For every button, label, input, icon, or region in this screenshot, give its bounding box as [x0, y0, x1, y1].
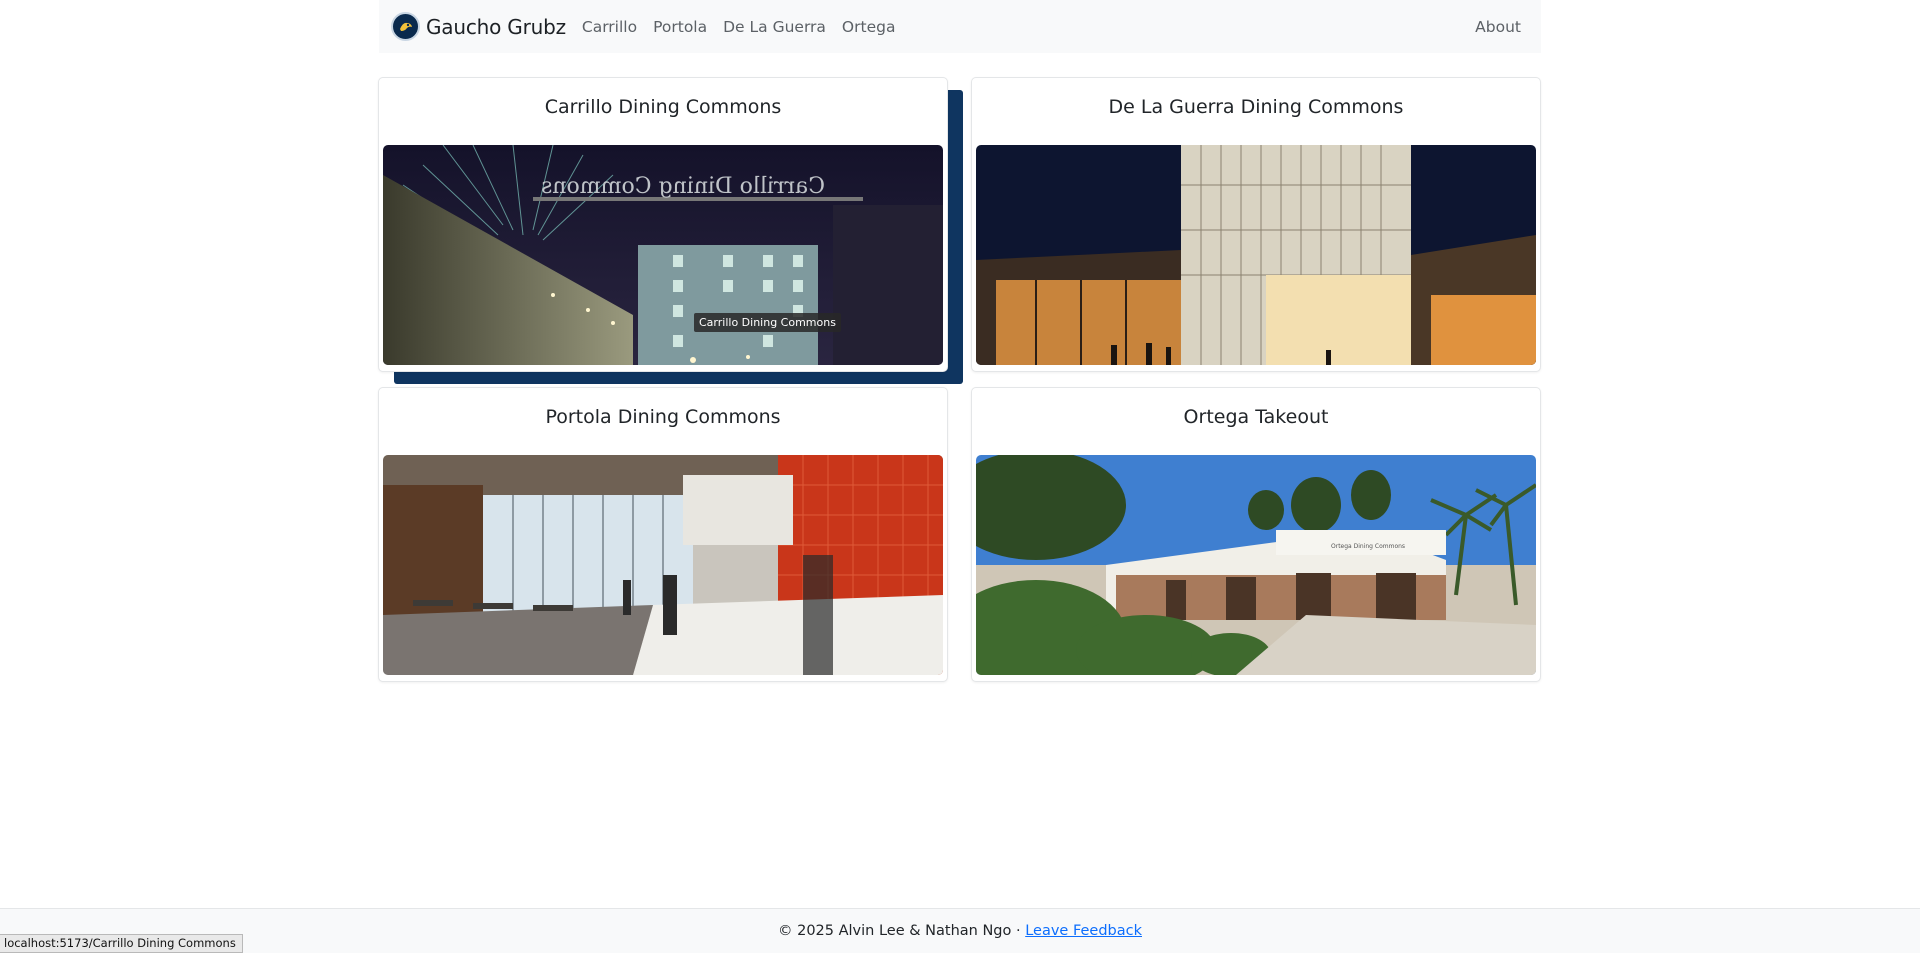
card-de-la-guerra[interactable]: De La Guerra Dining Commons [971, 77, 1541, 372]
image-tooltip: Carrillo Dining Commons [694, 313, 841, 332]
nav-link-ortega[interactable]: Ortega [842, 18, 896, 36]
nav-link-carrillo[interactable]: Carrillo [582, 18, 637, 36]
svg-text:Ortega Dining Commons: Ortega Dining Commons [1331, 543, 1405, 550]
navbar: Gaucho Grubz Carrillo Portola De La Guer… [379, 0, 1541, 53]
card-image-carrillo[interactable]: Carrillo Dining Commons [383, 145, 943, 365]
carrillo-sign-text: Carrillo Dining Commons [541, 174, 825, 199]
card-title: Portola Dining Commons [545, 406, 781, 428]
card-image-de-la-guerra[interactable] [976, 145, 1536, 365]
nav-right: About [1475, 17, 1521, 36]
card-ortega[interactable]: Ortega Takeout Ortega Dining Commons [971, 387, 1541, 682]
card-portola[interactable]: Portola Dining Commons [378, 387, 948, 682]
card-title: Carrillo Dining Commons [544, 96, 782, 118]
brand-name: Gaucho Grubz [426, 14, 566, 39]
browser-status-bar: localhost:5173/Carrillo Dining Commons [0, 934, 243, 953]
nav-link-about[interactable]: About [1475, 18, 1521, 36]
brand-link[interactable]: Gaucho Grubz [391, 12, 566, 41]
card-title: Ortega Takeout [1183, 406, 1329, 428]
nav-link-de-la-guerra[interactable]: De La Guerra [723, 18, 826, 36]
card-carrillo[interactable]: Carrillo Dining Commons Carrillo Dining … [378, 77, 948, 372]
nav-link-portola[interactable]: Portola [653, 18, 707, 36]
card-title: De La Guerra Dining Commons [1108, 96, 1404, 118]
footer: © 2025 Alvin Lee & Nathan Ngo · Leave Fe… [0, 908, 1920, 953]
card-image-ortega[interactable]: Ortega Dining Commons [976, 455, 1536, 675]
nav-links: Carrillo Portola De La Guerra Ortega [582, 18, 912, 36]
footer-copyright: © 2025 Alvin Lee & Nathan Ngo · [777, 923, 1026, 939]
card-image-portola[interactable] [383, 455, 943, 675]
leave-feedback-link[interactable]: Leave Feedback [1025, 923, 1142, 939]
gaucho-logo-icon [391, 12, 420, 41]
